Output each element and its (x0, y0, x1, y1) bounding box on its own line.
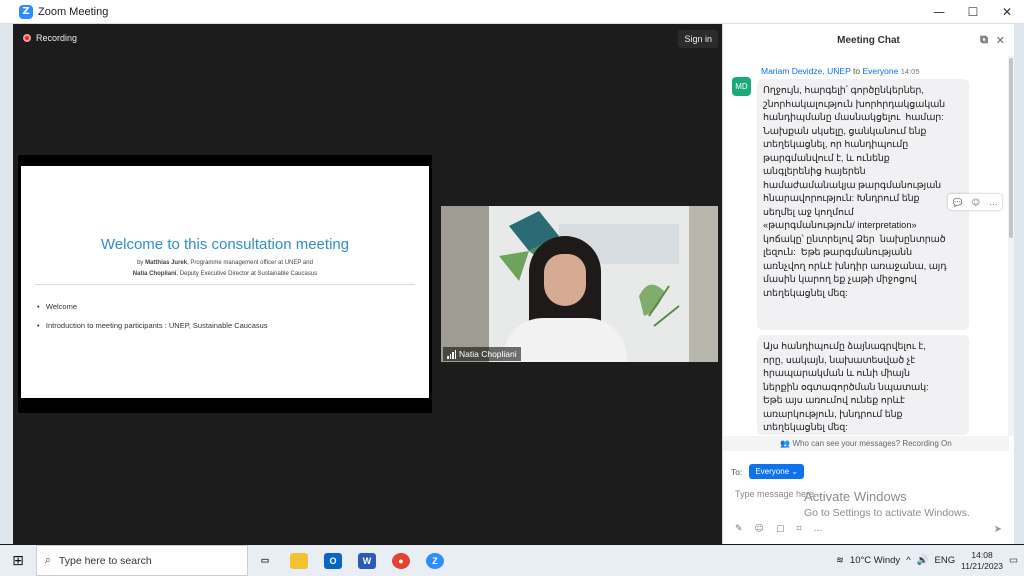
slide-presenter-2: Natia Chopliani, Deputy Executive Direct… (132, 271, 318, 277)
recipient-dropdown[interactable]: Everyone ⌄ (749, 464, 805, 479)
message-time: 14:05 (900, 67, 920, 76)
slide-title: Welcome to this consultation meeting (100, 236, 350, 253)
send-icon[interactable]: ➤ (994, 524, 1002, 535)
minimize-button[interactable]: — (922, 0, 956, 24)
desktop-right-edge (1014, 24, 1024, 544)
emoji-icon[interactable]: ☺ (972, 198, 980, 207)
more-icon[interactable]: … (814, 524, 823, 534)
windows-start-icon[interactable]: ⊞ (0, 545, 36, 576)
participant-name-tag: Natia Chopliani (443, 347, 521, 361)
participant-name: Natia Chopliani (459, 349, 517, 359)
volume-icon[interactable]: 🔊 (917, 555, 929, 566)
sign-in-button[interactable]: Sign in (678, 30, 718, 48)
close-button[interactable]: ✕ (990, 0, 1024, 24)
slide-bullet: • Introduction to meeting participants :… (37, 321, 268, 330)
word-icon[interactable]: W (350, 545, 384, 576)
slide-presenter-1: by Matthias Jurek, Programme management … (137, 260, 313, 266)
slide-bullet: • Welcome (37, 302, 78, 311)
recording-label: Recording (36, 33, 78, 43)
message-header: Mariam Devidze, UNEP to Everyone 14:05 (761, 66, 920, 76)
zoom-logo-icon: Z (19, 4, 33, 19)
message-actions: 💬 ☺ … (948, 194, 1002, 210)
outlook-icon[interactable]: O (316, 545, 350, 576)
signal-bars-icon (447, 349, 456, 359)
recipient-row: To: Everyone ⌄ (731, 464, 805, 479)
recipient-name[interactable]: Everyone (862, 66, 898, 76)
taskbar: ⊞ ⌕ Type here to search ▭ O W ● Z ≋ 10°C… (0, 545, 1024, 576)
desktop-left-edge (0, 24, 13, 544)
notifications-icon[interactable]: ▭ (1009, 555, 1018, 566)
screenshot-icon[interactable]: ⌗ (796, 524, 801, 534)
recording-indicator[interactable]: Recording (23, 33, 77, 43)
title-bar: Z Zoom Meeting — ☐ ✕ (0, 0, 1024, 24)
language-indicator[interactable]: ENG (935, 555, 956, 566)
participant-face (544, 254, 586, 306)
taskbar-search[interactable]: ⌕ Type here to search (36, 545, 248, 576)
show-hidden-icon[interactable]: ^ (906, 555, 910, 566)
file-icon[interactable]: ▢ (776, 524, 785, 534)
screen-share: Welcome to this consultation meeting by … (18, 155, 432, 413)
activation-watermark: Activate Windows Go to Settings to activ… (804, 489, 970, 519)
chat-header: Meeting Chat ⧉ ✕ (723, 24, 1014, 56)
pop-out-icon[interactable]: ⧉ (980, 33, 988, 47)
clock[interactable]: 14:08 11/21/2023 (961, 550, 1003, 572)
record-icon (23, 34, 31, 42)
task-view-icon[interactable]: ▭ (248, 545, 282, 576)
search-icon: ⌕ (45, 554, 51, 566)
maximize-button[interactable]: ☐ (956, 0, 990, 24)
slide-divider (35, 284, 415, 285)
window-title: Zoom Meeting (38, 5, 109, 18)
reply-icon[interactable]: 💬 (953, 198, 963, 207)
weather-text[interactable]: 10°C Windy (850, 555, 900, 566)
sender-name[interactable]: Mariam Devidze, UNEP (761, 66, 851, 76)
chat-message[interactable]: Ողջույն, հարգելի՛ գործընկերներ, շնորհակա… (757, 79, 969, 330)
avatar: MD (732, 77, 751, 96)
chat-scrollbar[interactable] (1008, 56, 1014, 436)
zoom-taskbar-icon[interactable]: Z (418, 545, 452, 576)
presentation-slide: Welcome to this consultation meeting by … (21, 166, 429, 398)
chat-message[interactable]: Այս հանդիպումը ձայնագրվելու է, որը, սակա… (757, 335, 969, 435)
file-explorer-icon[interactable] (282, 545, 316, 576)
chat-title: Meeting Chat (837, 34, 900, 46)
system-tray: ≋ 10°C Windy ^ 🔊 ENG 14:08 11/21/2023 ▭ (836, 550, 1024, 572)
to-label: To: (731, 466, 743, 477)
chat-toolbar: ✎ ☺ ▢ ⌗ … (735, 524, 823, 534)
recording-note[interactable]: 👥 Who can see your messages? Recording O… (723, 436, 1009, 451)
more-icon[interactable]: … (989, 198, 997, 207)
meeting-area: Recording Sign in Welcome to this consul… (13, 24, 722, 544)
close-chat-icon[interactable]: ✕ (996, 34, 1005, 47)
participant-video[interactable]: Natia Chopliani (441, 206, 718, 362)
weather-icon: ≋ (835, 555, 844, 566)
people-icon: 👥 (780, 439, 791, 448)
format-icon[interactable]: ✎ (735, 524, 743, 534)
emoji-icon[interactable]: ☺ (755, 524, 764, 534)
chrome-icon[interactable]: ● (384, 545, 418, 576)
chat-panel: Meeting Chat ⧉ ✕ Mariam Devidze, UNEP to… (722, 24, 1014, 544)
